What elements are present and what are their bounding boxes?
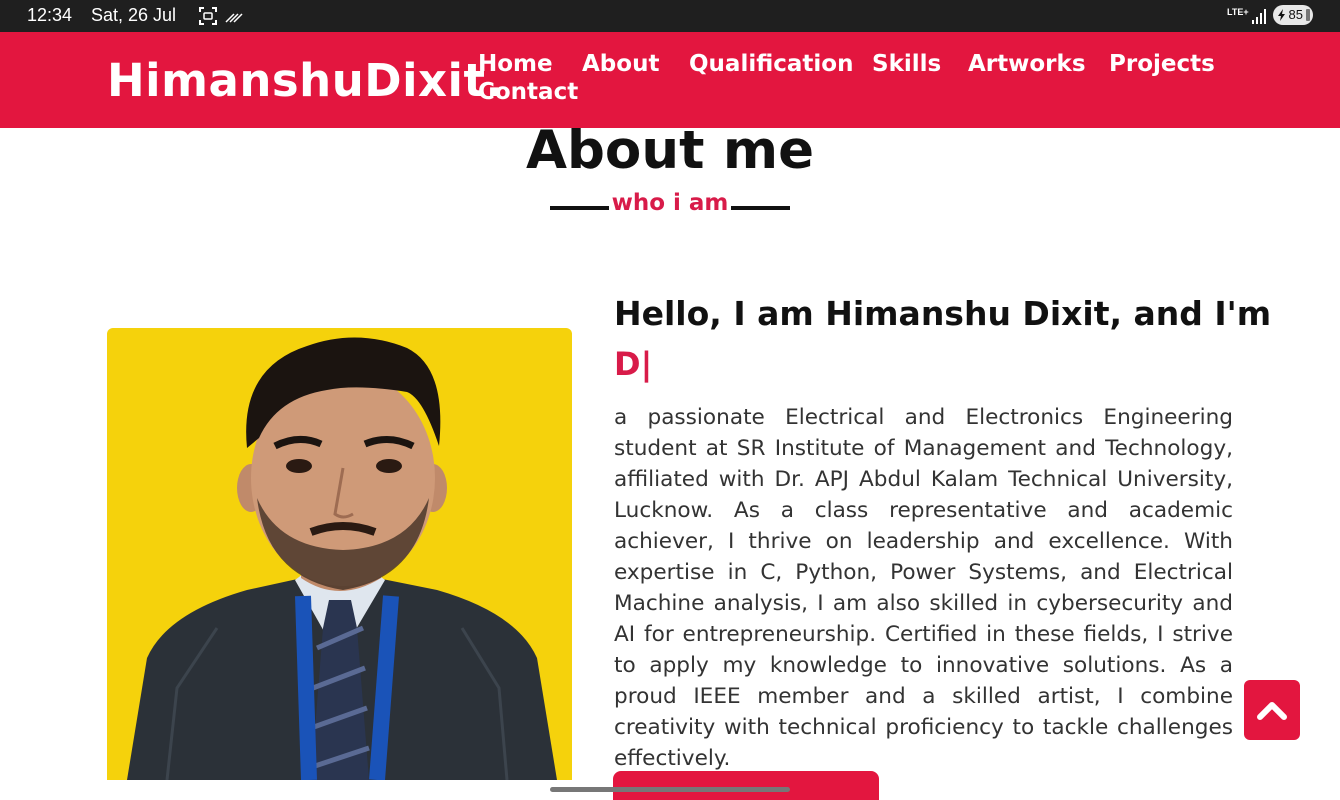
- network-type-label: LTE+: [1227, 7, 1249, 17]
- nav-contact[interactable]: Contact: [478, 79, 578, 105]
- brand-logo[interactable]: HimanshuDixit.: [107, 54, 503, 107]
- subtitle-right-line: [731, 206, 790, 210]
- battery-level: 85: [1288, 7, 1303, 22]
- cv-button[interactable]: [613, 771, 879, 800]
- section-title: About me: [525, 120, 815, 181]
- section-subtitle: who i am: [550, 188, 790, 224]
- nav-qualification[interactable]: Qualification: [689, 51, 853, 77]
- scroll-top-button[interactable]: [1244, 680, 1300, 740]
- hello-heading: Hello, I am Himanshu Dixit, and I'm: [614, 294, 1272, 333]
- nav-skills[interactable]: Skills: [872, 51, 941, 77]
- wifi-calling-icon: [225, 13, 243, 23]
- person-illustration: [127, 337, 557, 780]
- profile-photo: [107, 328, 572, 780]
- status-bar: 12:34 Sat, 26 Jul LTE+ 85: [0, 0, 1340, 32]
- bio-paragraph: a passionate Electrical and Electronics …: [614, 405, 1233, 771]
- status-date: Sat, 26 Jul: [91, 5, 177, 25]
- gesture-bar[interactable]: [550, 787, 790, 792]
- battery-cap: [1306, 9, 1310, 21]
- screenshot-icon: [199, 7, 217, 25]
- battery-indicator: 85: [1273, 5, 1313, 25]
- status-time: 12:34: [27, 5, 73, 25]
- subtitle-text: who i am: [611, 190, 729, 216]
- nav-home[interactable]: Home: [478, 51, 553, 77]
- nav-about[interactable]: About: [582, 51, 659, 77]
- nav-artworks[interactable]: Artworks: [968, 51, 1086, 77]
- chevron-up-icon: [1257, 702, 1287, 720]
- nav-projects[interactable]: Projects: [1109, 51, 1215, 77]
- site-header: HimanshuDixit. Home About Qualification …: [0, 32, 1340, 128]
- typed-role-text: D|: [614, 345, 653, 383]
- signal-icon: [1252, 9, 1266, 24]
- charging-icon: [1278, 9, 1285, 21]
